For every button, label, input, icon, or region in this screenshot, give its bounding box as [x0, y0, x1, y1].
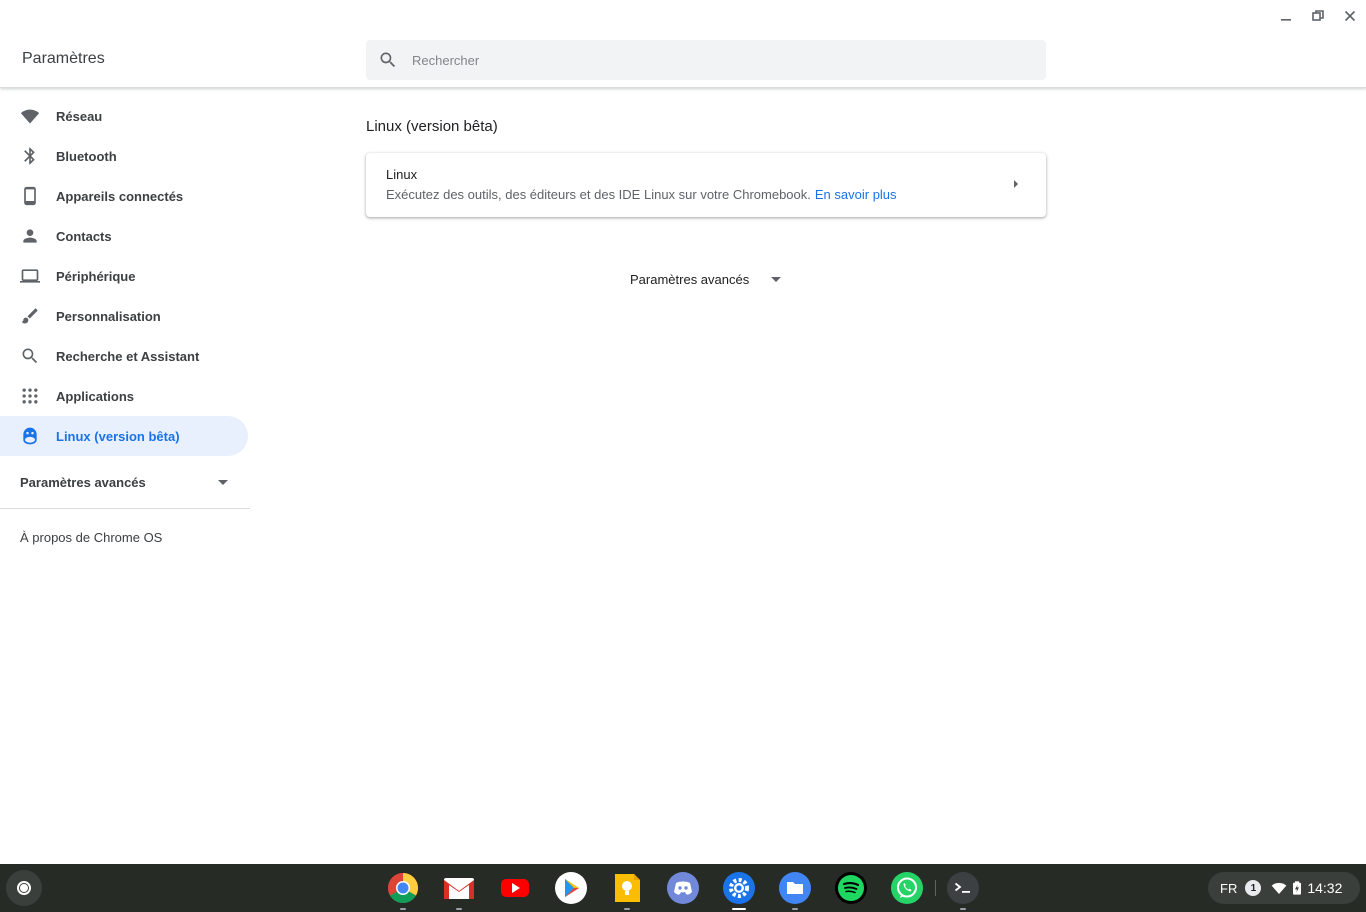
launcher-button[interactable]: [6, 870, 42, 906]
page-title: Paramètres: [22, 50, 105, 67]
active-indicator: [732, 908, 746, 910]
sidebar-item-label: Recherche et Assistant: [56, 348, 200, 364]
terminal-icon: [947, 872, 979, 904]
shelf-separator: [935, 880, 936, 896]
files-icon: [779, 872, 811, 904]
advanced-settings-label: Paramètres avancés: [630, 272, 750, 287]
shelf: FR 1 14:32: [0, 864, 1366, 912]
search-icon: [20, 346, 40, 366]
whatsapp-icon: [891, 872, 923, 904]
sidebar-item-network[interactable]: Réseau: [0, 96, 248, 136]
sidebar-item-apps[interactable]: Applications: [0, 376, 248, 416]
launcher-icon: [17, 881, 31, 895]
chevron-down-icon: [218, 479, 228, 485]
bluetooth-icon: [20, 146, 40, 166]
shelf-app-files[interactable]: [779, 872, 811, 910]
settings-icon: [723, 872, 755, 904]
keep-icon: [615, 874, 640, 902]
shelf-app-keep[interactable]: [611, 872, 643, 910]
shelf-app-youtube[interactable]: [499, 872, 531, 904]
apps-grid-icon: [20, 386, 40, 406]
sidebar-item-label: Réseau: [56, 108, 103, 124]
linux-settings-card[interactable]: Linux Exécutez des outils, des éditeurs …: [366, 153, 1046, 217]
sidebar-item-device[interactable]: Périphérique: [0, 256, 248, 296]
sidebar-item-contacts[interactable]: Contacts: [0, 216, 248, 256]
chevron-right-icon: [1014, 180, 1018, 188]
sidebar-item-linux[interactable]: Linux (version bêta): [0, 416, 248, 456]
running-indicator: [624, 908, 630, 910]
notification-count-badge: 1: [1245, 880, 1262, 896]
search-input[interactable]: [412, 52, 1046, 68]
linux-penguin-icon: [20, 426, 40, 446]
status-tray[interactable]: FR 1 14:32: [1208, 872, 1360, 904]
sidebar-advanced-label: Paramètres avancés: [20, 474, 146, 490]
sidebar-item-personalization[interactable]: Personnalisation: [0, 296, 248, 336]
maximize-button[interactable]: [1302, 0, 1334, 32]
sidebar-item-bluetooth[interactable]: Bluetooth: [0, 136, 248, 176]
minimize-icon: [1281, 19, 1291, 21]
discord-icon: [667, 872, 699, 904]
running-indicator: [792, 908, 798, 910]
sidebar-item-label: Linux (version bêta): [56, 428, 180, 444]
shelf-app-spotify[interactable]: [835, 872, 867, 904]
sidebar-item-about[interactable]: À propos de Chrome OS: [0, 517, 250, 557]
advanced-settings-toggle[interactable]: Paramètres avancés: [630, 272, 783, 287]
shelf-app-terminal[interactable]: [947, 872, 979, 910]
shelf-app-whatsapp[interactable]: [891, 872, 923, 904]
shelf-app-gmail[interactable]: [443, 872, 475, 910]
close-icon: [1344, 10, 1356, 22]
wifi-icon: [1272, 882, 1287, 894]
brush-icon: [20, 306, 40, 326]
running-indicator: [400, 908, 406, 910]
person-icon: [20, 226, 40, 246]
wifi-icon: [20, 106, 40, 126]
sidebar-item-label: Applications: [56, 388, 135, 404]
search-icon: [380, 52, 396, 68]
sidebar-item-connected-devices[interactable]: Appareils connectés: [0, 176, 248, 216]
sidebar-item-label: Appareils connectés: [56, 188, 184, 204]
running-indicator: [456, 908, 462, 910]
chevron-down-icon: [771, 277, 782, 282]
phone-icon: [20, 186, 40, 206]
learn-more-link[interactable]: En savoir plus: [815, 187, 897, 202]
sidebar-item-label: Bluetooth: [56, 148, 117, 164]
minimize-button[interactable]: [1270, 0, 1302, 32]
sidebar-item-search-assistant[interactable]: Recherche et Assistant: [0, 336, 248, 376]
card-description-text: Exécutez des outils, des éditeurs et des…: [386, 187, 811, 202]
settings-header: Paramètres: [0, 0, 1366, 88]
running-indicator: [960, 908, 966, 910]
shelf-app-discord[interactable]: [667, 872, 699, 904]
shelf-app-settings[interactable]: [723, 872, 755, 910]
card-title: Linux: [386, 167, 418, 182]
sidebar-advanced-toggle[interactable]: Paramètres avancés: [0, 462, 250, 502]
battery-icon: [1293, 881, 1302, 895]
section-title: Linux (version bêta): [366, 118, 498, 135]
play-store-icon: [555, 872, 587, 904]
ime-language: FR: [1220, 880, 1238, 896]
card-description: Exécutez des outils, des éditeurs et des…: [386, 187, 897, 202]
search-bar[interactable]: [366, 40, 1046, 80]
window-controls: [1270, 0, 1366, 32]
restore-icon: [1312, 10, 1324, 21]
youtube-icon: [501, 879, 529, 897]
close-button[interactable]: [1334, 0, 1366, 32]
clock: 14:32: [1307, 880, 1343, 896]
gmail-icon: [444, 878, 474, 899]
spotify-icon: [835, 872, 867, 904]
sidebar-item-label: Personnalisation: [56, 308, 161, 324]
laptop-icon: [20, 266, 40, 286]
sidebar-item-label: Contacts: [56, 228, 112, 244]
sidebar: Réseau Bluetooth Appareils connectés Con…: [0, 96, 250, 557]
sidebar-item-label: Périphérique: [56, 268, 136, 284]
shelf-app-play-store[interactable]: [555, 872, 587, 904]
sidebar-divider: [0, 508, 250, 509]
chrome-icon: [387, 873, 419, 904]
shelf-app-chrome[interactable]: [387, 872, 419, 910]
